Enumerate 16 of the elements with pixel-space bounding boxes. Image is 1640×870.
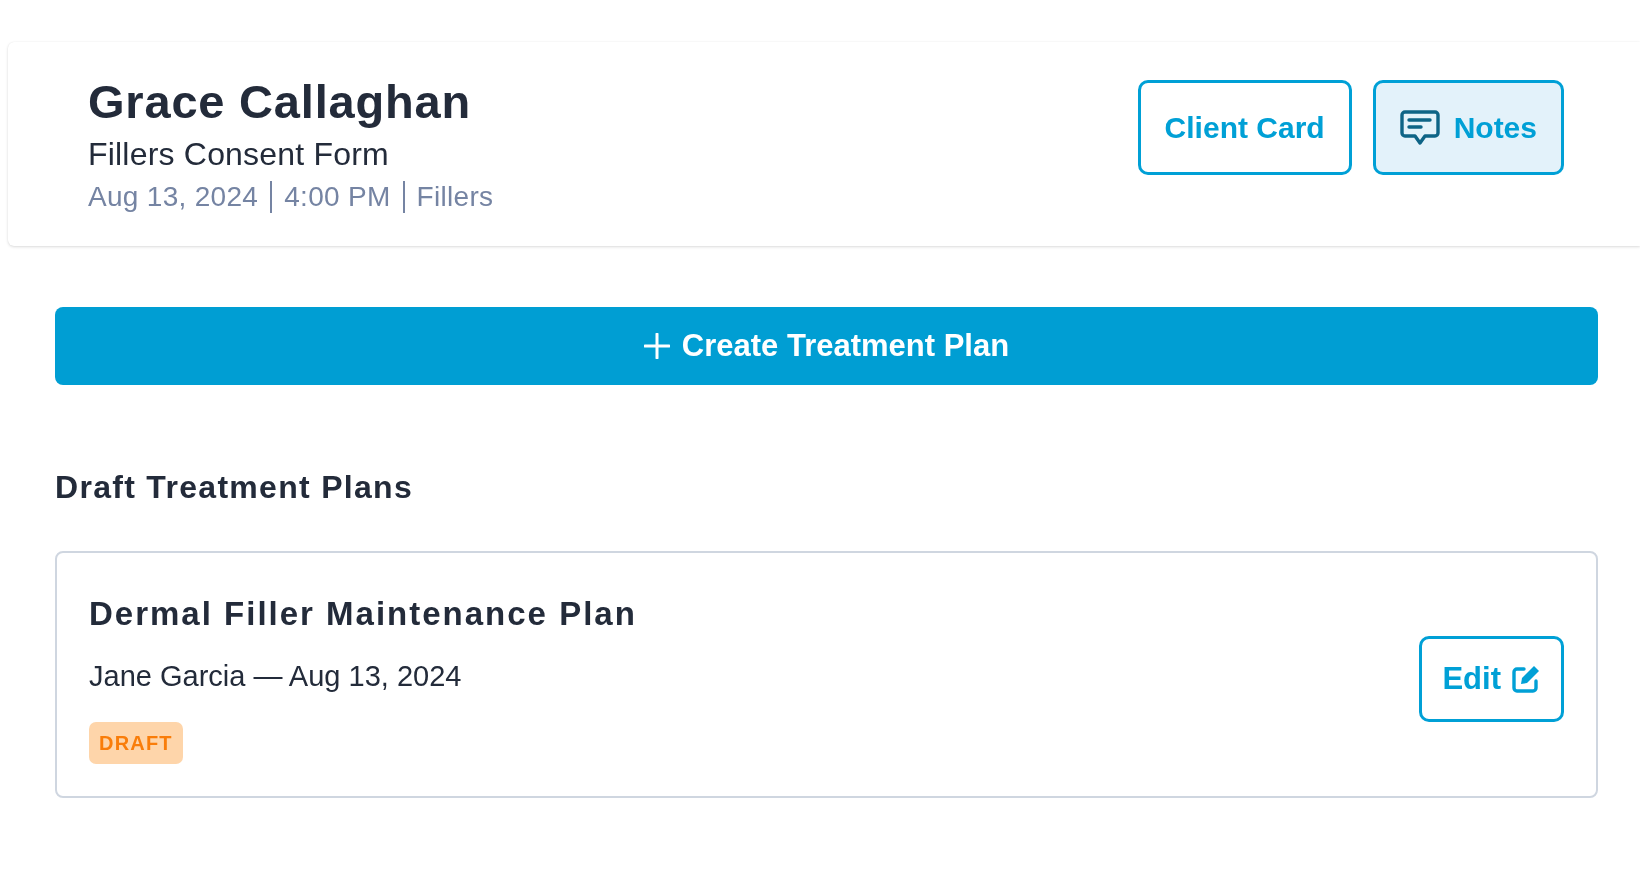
- edit-button[interactable]: Edit: [1419, 636, 1564, 722]
- appointment-detail: 4:00 PM: [284, 180, 391, 214]
- plan-title: Dermal Filler Maintenance Plan: [89, 594, 637, 634]
- status-badge: DRAFT: [89, 722, 183, 764]
- notes-button[interactable]: Notes: [1372, 80, 1564, 175]
- appointment-detail: Fillers: [416, 180, 494, 214]
- client-name: Grace Callaghan: [88, 74, 472, 130]
- plus-icon: [643, 333, 670, 359]
- edit-icon: [1511, 664, 1541, 694]
- chat-bubble-icon: [1399, 109, 1440, 146]
- plan-author-date: Jane Garcia — Aug 13, 2024: [89, 659, 462, 694]
- appointment-detail: Aug 13, 2024: [88, 180, 259, 214]
- client-card-button[interactable]: Client Card: [1137, 80, 1352, 175]
- create-treatment-plan-button[interactable]: Create Treatment Plan: [55, 307, 1598, 385]
- section-title: Draft Treatment Plans: [55, 468, 414, 507]
- form-title: Fillers Consent Form: [88, 135, 390, 174]
